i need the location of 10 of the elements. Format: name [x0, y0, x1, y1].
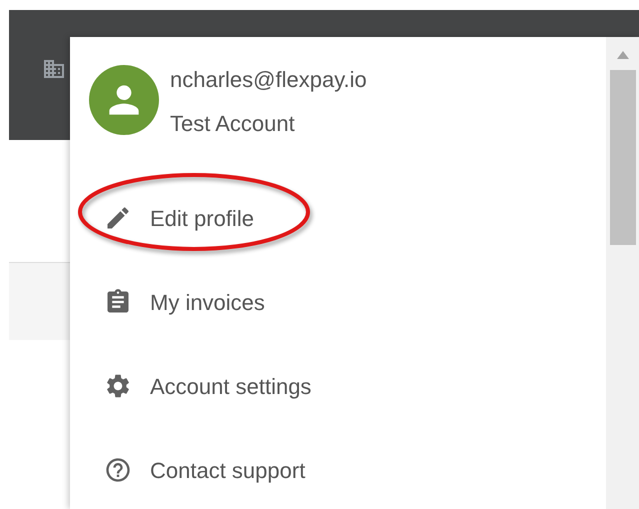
account-name: Test Account	[170, 110, 296, 138]
menu-item[interactable]: Contact support	[104, 454, 306, 486]
building-icon[interactable]	[42, 57, 66, 81]
settings-icon	[104, 372, 132, 400]
account-email: ncharles@flexpay.io	[170, 66, 367, 94]
menu-item[interactable]: My invoices	[104, 286, 265, 318]
scroll-thumb[interactable]	[610, 70, 636, 245]
scroll-up-icon[interactable]	[616, 51, 628, 59]
menu-item[interactable]: Account settings	[104, 370, 312, 402]
help-icon	[104, 456, 132, 484]
